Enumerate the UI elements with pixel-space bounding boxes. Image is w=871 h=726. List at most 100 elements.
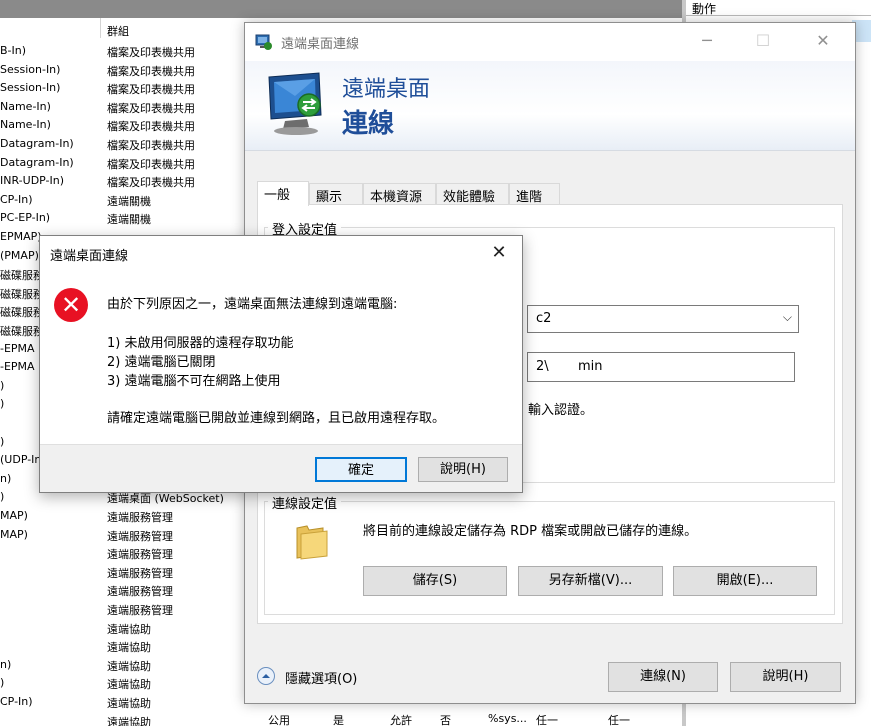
- rule-name-cell: B-In): [0, 44, 27, 57]
- rule-group-cell: 檔案及印表機共用: [107, 139, 195, 152]
- table-row[interactable]: Name-In) 檔案及印表機共用: [0, 116, 245, 134]
- chevron-up-icon[interactable]: [257, 667, 275, 685]
- tab-general[interactable]: 一般: [257, 181, 309, 206]
- connection-description: 將目前的連線設定儲存為 RDP 檔案或開啟已儲存的連線。: [363, 524, 698, 539]
- table-row[interactable]: B-In) 檔案及印表機共用: [0, 42, 245, 60]
- folder-icon: [296, 525, 328, 560]
- cell-profile: 公用: [268, 714, 290, 726]
- credentials-note: 輸入認證。: [528, 403, 594, 418]
- user-name-field[interactable]: 2\ min: [527, 352, 795, 382]
- rule-group-cell: 遠端協助: [107, 678, 151, 692]
- connection-settings-group: 將目前的連線設定儲存為 RDP 檔案或開啟已儲存的連線。 儲存(S) 另存新檔(…: [264, 501, 835, 615]
- monitor-connection-icon: [268, 72, 322, 135]
- table-row[interactable]: CP-In) 遠端協助: [0, 693, 245, 711]
- rule-group-cell: 遠端服務管理: [107, 604, 173, 617]
- chevron-down-icon[interactable]: ⌵: [783, 310, 792, 325]
- table-row[interactable]: n) 遠端協助: [0, 656, 245, 674]
- user-name-value-b: min: [578, 359, 603, 374]
- table-row[interactable]: CP-In) 遠端關機: [0, 191, 245, 209]
- banner-title-line1: 遠端桌面: [342, 77, 431, 102]
- rule-group-cell: 遠端協助: [107, 659, 151, 673]
- user-name-value-a: 2\: [536, 359, 549, 374]
- table-row[interactable]: Session-In) 檔案及印表機共用: [0, 79, 245, 97]
- table-row[interactable]: 遠端服務管理: [0, 544, 245, 562]
- rule-name-cell: n): [0, 657, 12, 671]
- rule-group-cell: 遠端協助: [107, 641, 151, 655]
- close-button[interactable]: ✕: [800, 23, 846, 61]
- rule-name-cell: Datagram-In): [0, 137, 74, 150]
- dialog-title: 遠端桌面連線: [50, 249, 129, 264]
- maximize-button[interactable]: ☐: [740, 23, 786, 61]
- column-divider: [100, 18, 101, 38]
- rule-name-cell: Name-In): [0, 118, 51, 132]
- tab-local-resources[interactable]: 本機資源: [363, 183, 436, 205]
- tab-advanced[interactable]: 進階: [509, 183, 560, 205]
- rule-name-cell: MAP): [0, 527, 28, 541]
- table-row[interactable]: ) 遠端協助: [0, 674, 245, 692]
- dialog-help-button[interactable]: 說明(H): [418, 457, 508, 482]
- rule-group-cell: 檔案及印表機共用: [107, 120, 195, 134]
- table-row[interactable]: 遠端服務管理: [0, 600, 245, 618]
- cell-program: %sys...: [488, 712, 527, 725]
- title-bar[interactable]: 遠端桌面連線 ─ ☐ ✕: [245, 23, 855, 61]
- remote-desktop-icon: [255, 34, 272, 50]
- rule-group-cell: 遠端服務管理: [107, 529, 173, 543]
- rule-group-cell: 檔案及印表機共用: [107, 64, 195, 78]
- rule-group-cell: 遠端關機: [107, 213, 151, 227]
- banner-title-line2: 連線: [342, 109, 395, 139]
- rule-name-cell: Session-In): [0, 62, 61, 76]
- rule-group-cell: 遠端協助: [107, 697, 151, 710]
- table-row[interactable]: 遠端服務管理: [0, 563, 245, 581]
- rule-name-cell: PC-EP-In): [0, 211, 51, 225]
- rule-group-cell: 遠端關機: [107, 194, 151, 208]
- save-button[interactable]: 儲存(S): [363, 566, 507, 596]
- table-row[interactable]: Name-In) 檔案及印表機共用: [0, 98, 245, 116]
- rule-group-cell: 檔案及印表機共用: [107, 157, 195, 171]
- tab-experience[interactable]: 效能體驗: [436, 183, 509, 205]
- rule-group-cell: 檔案及印表機共用: [107, 101, 195, 115]
- table-row[interactable]: INR-UDP-In) 檔案及印表機共用: [0, 172, 245, 190]
- tab-display[interactable]: 顯示: [309, 183, 363, 205]
- connect-button[interactable]: 連線(N): [608, 662, 718, 692]
- ok-button[interactable]: 確定: [315, 457, 407, 482]
- rule-group-cell: 遠端協助: [107, 715, 151, 726]
- rule-group-cell: 遠端服務管理: [107, 511, 173, 524]
- cell-enabled: 是: [333, 714, 344, 726]
- table-row[interactable]: 遠端協助: [0, 712, 245, 726]
- table-row[interactable]: Datagram-In) 檔案及印表機共用: [0, 135, 245, 153]
- close-icon[interactable]: ✕: [484, 241, 514, 267]
- rule-group-cell: 檔案及印表機共用: [107, 176, 195, 190]
- help-button[interactable]: 說明(H): [730, 662, 841, 692]
- table-row[interactable]: 遠端協助: [0, 637, 245, 655]
- cell-local: 任一: [536, 714, 558, 726]
- hide-options-link[interactable]: 隱藏選項(O): [285, 668, 357, 687]
- rule-group-cell: 遠端服務管理: [107, 585, 173, 599]
- chevron-up-glyph: [262, 674, 270, 678]
- rule-name-cell: CP-In): [0, 192, 33, 206]
- table-row[interactable]: 遠端服務管理: [0, 581, 245, 599]
- table-row[interactable]: Session-In) 檔案及印表機共用: [0, 61, 245, 79]
- table-row[interactable]: MAP) 遠端服務管理: [0, 507, 245, 525]
- table-row[interactable]: PC-EP-In) 遠端關機: [0, 209, 245, 227]
- column-header-group[interactable]: 群組: [107, 23, 129, 39]
- rule-name-cell: ): [0, 676, 5, 690]
- error-reason-1: 1) 未啟用伺服器的遠程存取功能: [107, 336, 294, 351]
- save-as-button[interactable]: 另存新檔(V)...: [518, 566, 663, 596]
- rule-name-cell: Session-In): [0, 81, 61, 95]
- cell-override: 否: [440, 714, 451, 726]
- background-title-bar: [0, 0, 682, 18]
- computer-combobox[interactable]: c2 ⌵: [527, 305, 799, 333]
- rule-group-cell: 檔案及印表機共用: [107, 83, 195, 97]
- open-button[interactable]: 開啟(E)...: [673, 566, 817, 596]
- error-icon: ✕: [54, 288, 88, 322]
- table-row[interactable]: 遠端協助: [0, 619, 245, 637]
- rule-name-cell: Name-In): [0, 99, 51, 113]
- rule-group-cell: 遠端服務管理: [107, 566, 173, 580]
- error-advice: 請確定遠端電腦已開啟並連線到網路，且已啟用遠程存取。: [107, 411, 446, 426]
- rule-name-cell: INR-UDP-In): [0, 174, 65, 188]
- window-title: 遠端桌面連線: [281, 37, 360, 52]
- table-row[interactable]: MAP) 遠端服務管理: [0, 526, 245, 544]
- minimize-button[interactable]: ─: [684, 23, 730, 61]
- table-row[interactable]: Datagram-In) 檔案及印表機共用: [0, 154, 245, 172]
- error-reason-3: 3) 遠端電腦不可在網路上使用: [107, 374, 281, 389]
